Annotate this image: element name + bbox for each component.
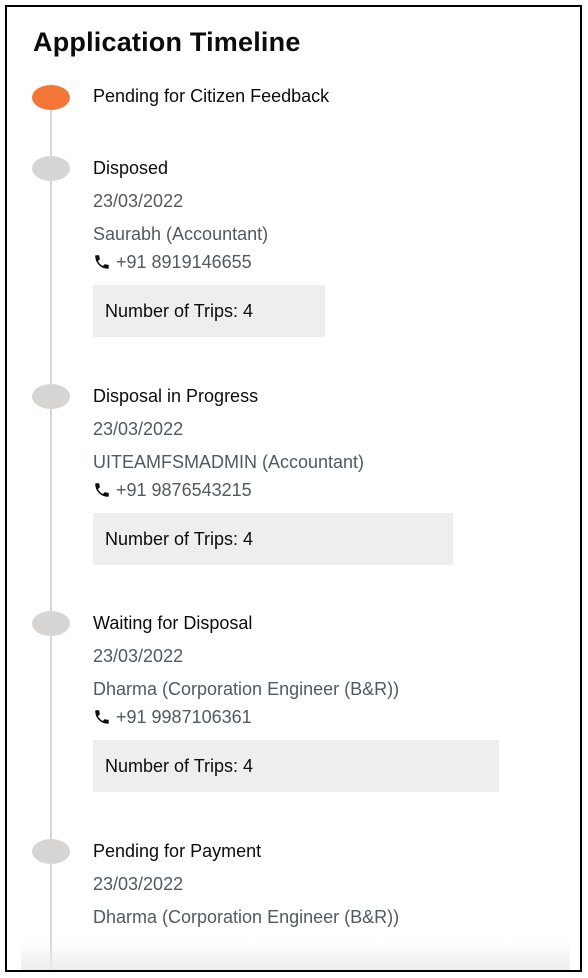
phone-icon [93, 708, 113, 726]
application-timeline-card: Application Timeline Pending for Citizen… [5, 5, 582, 972]
timeline-dot [32, 156, 70, 181]
trips-box: Number of Trips: 4 [93, 285, 325, 337]
timeline-status: Pending for Payment [93, 841, 262, 861]
timeline-assignee: UITEAMFSMADMIN (Accountant) [93, 452, 365, 472]
timeline-date: 23/03/2022 [93, 874, 184, 894]
timeline-dot [32, 839, 70, 864]
timeline-dot-active [32, 85, 70, 110]
page-title: Application Timeline [33, 27, 301, 57]
timeline-status: Disposal in Progress [93, 386, 259, 406]
phone-number: +91 9876543215 [116, 480, 252, 500]
timeline-dot [32, 611, 70, 636]
timeline-status: Disposed [93, 158, 169, 178]
scroll-fade [21, 940, 570, 970]
timeline-assignee: Saurabh (Accountant) [93, 224, 269, 244]
timeline-status: Waiting for Disposal [93, 613, 253, 633]
timeline-date: 23/03/2022 [93, 191, 184, 211]
timeline-phone[interactable]: +91 9876543215 [93, 479, 453, 501]
phone-icon [93, 481, 113, 499]
timeline-date: 23/03/2022 [93, 419, 184, 439]
timeline-phone[interactable]: +91 9987106361 [93, 706, 499, 728]
trips-box: Number of Trips: 4 [93, 740, 499, 792]
trips-box: Number of Trips: 4 [93, 513, 453, 565]
timeline-status: Pending for Citizen Feedback [93, 86, 330, 106]
timeline-phone[interactable]: +91 8919146655 [93, 251, 325, 273]
phone-number: +91 9987106361 [116, 707, 252, 727]
phone-icon [93, 253, 113, 271]
timeline-assignee: Dharma (Corporation Engineer (B&R)) [93, 907, 400, 927]
timeline-date: 23/03/2022 [93, 646, 184, 666]
timeline-assignee: Dharma (Corporation Engineer (B&R)) [93, 679, 400, 699]
timeline-dot [32, 384, 70, 409]
phone-number: +91 8919146655 [116, 252, 252, 272]
